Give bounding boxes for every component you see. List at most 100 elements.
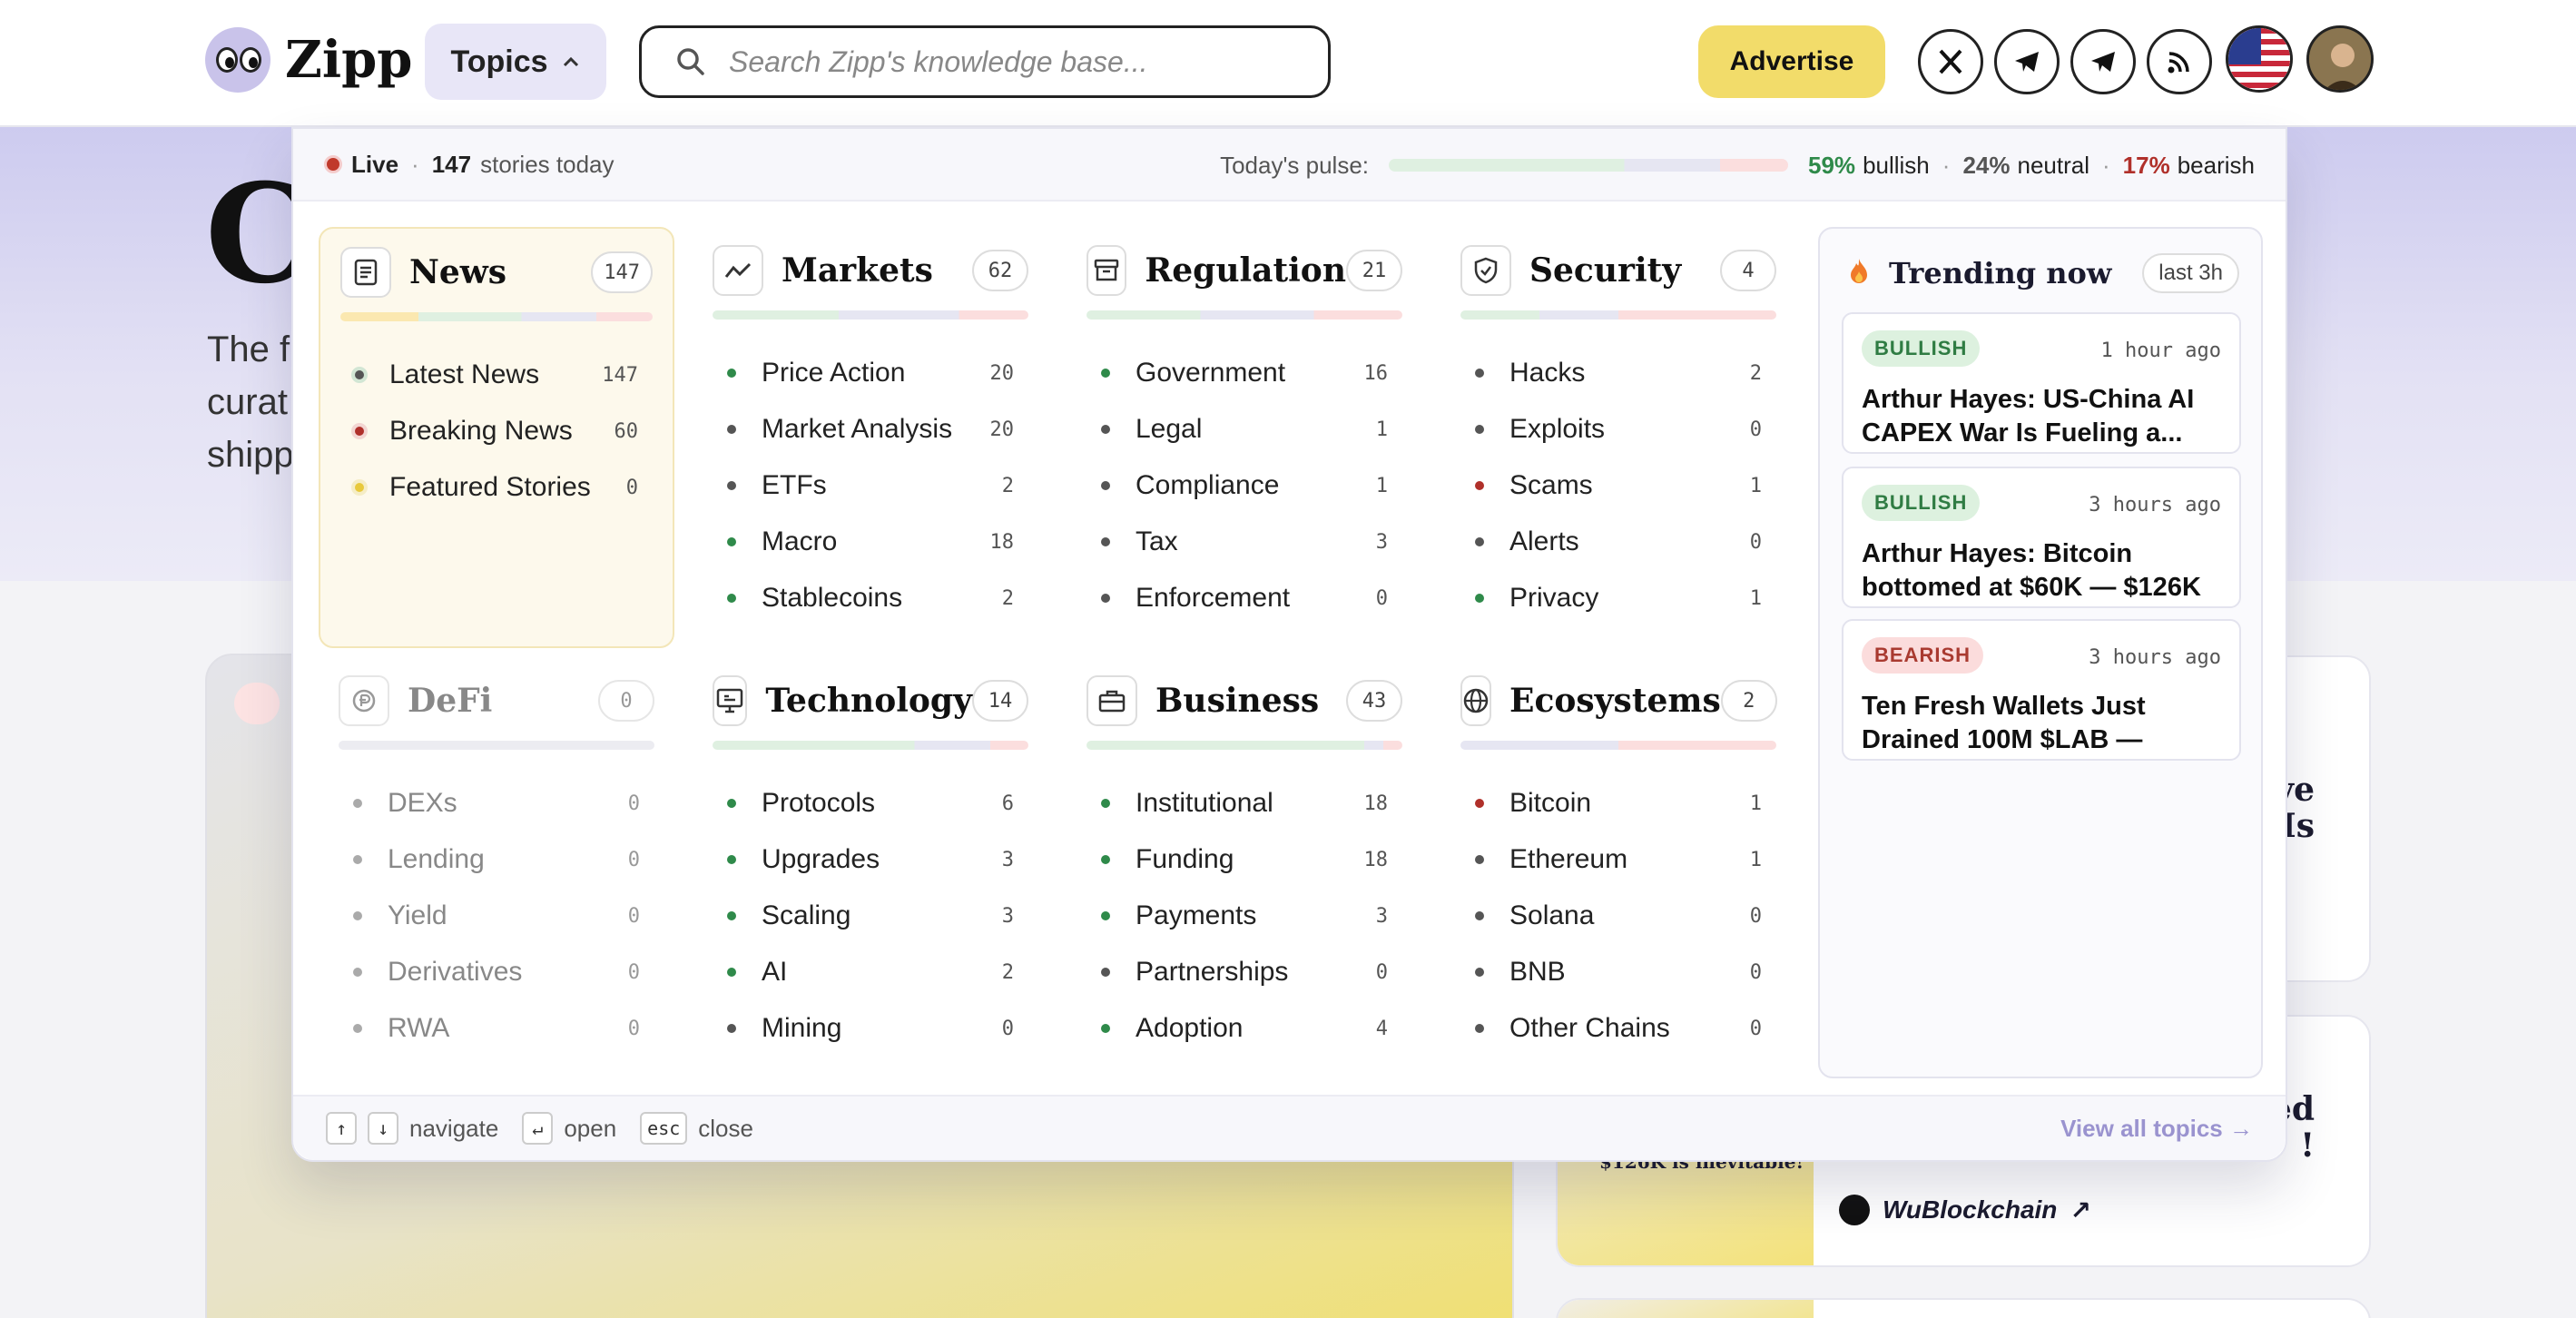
topic-bitcoin[interactable]: Bitcoin 1 (1460, 775, 1776, 831)
top-navigation: Zipp Topics Advertise (0, 0, 2576, 127)
topic-privacy[interactable]: Privacy 1 (1460, 570, 1776, 626)
story-title: Ten Fresh Wallets Just Drained 100M $LAB… (1862, 692, 2146, 754)
topic-exploits[interactable]: Exploits 0 (1460, 401, 1776, 457)
topic-ethereum[interactable]: Ethereum 1 (1460, 831, 1776, 888)
topic-scams[interactable]: Scams 1 (1460, 457, 1776, 514)
category-markets[interactable]: Markets 62 Price Action 20 Market Analysi… (693, 227, 1048, 648)
topic-market-analysis[interactable]: Market Analysis 20 (713, 401, 1028, 457)
navigate-hint: navigate (409, 1114, 499, 1142)
topic-funding[interactable]: Funding 18 (1086, 831, 1402, 888)
topic-scaling[interactable]: Scaling 3 (713, 888, 1028, 944)
rss-icon[interactable] (2147, 29, 2212, 94)
drop-icon (234, 683, 280, 724)
topic-compliance[interactable]: Compliance 1 (1086, 457, 1402, 514)
status-bar: Live · 147 stories today Today's pulse: … (293, 129, 2286, 202)
archive-icon (1086, 245, 1127, 296)
trending-title: Trending now (1889, 256, 2112, 290)
briefcase-icon (1086, 675, 1137, 726)
topic-protocols[interactable]: Protocols 6 (713, 775, 1028, 831)
topics-button[interactable]: Topics (425, 24, 606, 100)
topic-derivatives[interactable]: Derivatives 0 (339, 944, 654, 1000)
search-input[interactable] (729, 44, 1273, 79)
sentiment-bar (339, 741, 654, 750)
topic-stablecoins[interactable]: Stablecoins 2 (713, 570, 1028, 626)
neutral-pct: 24% (1962, 151, 2011, 179)
pulse-bar (1389, 159, 1789, 172)
topic-featured-stories[interactable]: Featured Stories 0 (340, 459, 653, 516)
sentiment-badge: BULLISH (1862, 485, 1981, 521)
topic-yield[interactable]: Yield 0 (339, 888, 654, 944)
topic-bnb[interactable]: BNB 0 (1460, 944, 1776, 1000)
x-icon[interactable] (1918, 29, 1983, 94)
topic-adoption[interactable]: Adoption 4 (1086, 1000, 1402, 1057)
topic-rwa[interactable]: RWA 0 (339, 1000, 654, 1057)
sentiment-bar (340, 312, 653, 321)
topic-tax[interactable]: Tax 3 (1086, 514, 1402, 570)
category-defi[interactable]: DeFi 0 DEXs 0 Lending 0 Yield 0 Derivatives… (319, 657, 674, 1078)
enter-key: ↵ (522, 1112, 554, 1145)
topic-other-chains[interactable]: Other Chains 0 (1460, 1000, 1776, 1057)
category-title: News (409, 253, 507, 291)
source-link[interactable]: WuBlockchain ↗ (1839, 1195, 2091, 1225)
dropdown-footer: ↑ ↓ navigate ↵ open esc close View all t… (293, 1095, 2286, 1160)
view-all-topics-link[interactable]: View all topics → (2060, 1115, 2253, 1143)
category-technology[interactable]: Technology 14 Protocols 6 Upgrades 3 Scali… (693, 657, 1048, 1078)
topic-enforcement[interactable]: Enforcement 0 (1086, 570, 1402, 626)
stories-label: stories today (480, 150, 615, 178)
topic-government[interactable]: Government 16 (1086, 345, 1402, 401)
telegram-icon[interactable] (2070, 29, 2136, 94)
category-count: 147 (591, 251, 653, 293)
story-title: Arthur Hayes: US-China AI CAPEX War Is F… (1862, 385, 2195, 448)
pulse-label: Today's pulse: (1220, 151, 1370, 179)
live-label: Live (351, 150, 399, 178)
topic-solana[interactable]: Solana 0 (1460, 888, 1776, 944)
open-hint: open (564, 1114, 617, 1142)
sentiment-bar (713, 310, 1028, 320)
topic-price-action[interactable]: Price Action 20 (713, 345, 1028, 401)
topic-breaking-news[interactable]: Breaking News 60 (340, 403, 653, 459)
external-link-icon: ↗ (2070, 1195, 2091, 1225)
topic-dexs[interactable]: DEXs 0 (339, 775, 654, 831)
topic-etfs[interactable]: ETFs 2 (713, 457, 1028, 514)
arrow-down-key: ↓ (368, 1112, 398, 1145)
fire-icon (1847, 257, 1871, 290)
category-security[interactable]: Security 4 Hacks 2 Exploits 0 Scams 1 Alert… (1440, 227, 1796, 648)
category-regulation[interactable]: Regulation 21 Government 16 Legal 1 Compli… (1067, 227, 1422, 648)
sentiment-bar (1460, 741, 1776, 750)
telegram-icon[interactable] (1994, 29, 2060, 94)
logo[interactable]: Zipp (205, 27, 412, 93)
globe-icon (1460, 675, 1491, 726)
trending-story[interactable]: BEARISH 3 hours ago Ten Fresh Wallets Ju… (1842, 619, 2241, 761)
topic-upgrades[interactable]: Upgrades 3 (713, 831, 1028, 888)
topic-lending[interactable]: Lending 0 (339, 831, 654, 888)
topic-hacks[interactable]: Hacks 2 (1460, 345, 1776, 401)
topic-macro[interactable]: Macro 18 (713, 514, 1028, 570)
story-time: 1 hour ago (2100, 339, 2221, 362)
search-bar[interactable] (639, 25, 1331, 98)
trending-story[interactable]: BULLISH 3 hours ago Arthur Hayes: Bitcoi… (1842, 467, 2241, 608)
close-hint: close (698, 1114, 753, 1142)
topic-latest-news[interactable]: Latest News 147 (340, 347, 653, 403)
topic-payments[interactable]: Payments 3 (1086, 888, 1402, 944)
sentiment-badge: BEARISH (1862, 637, 1984, 674)
category-news[interactable]: News 147 Latest News 147 Breaking News 60 … (319, 227, 674, 648)
monitor-icon (713, 675, 748, 726)
trending-story[interactable]: BULLISH 1 hour ago Arthur Hayes: US-Chin… (1842, 312, 2241, 454)
topic-mining[interactable]: Mining 0 (713, 1000, 1028, 1057)
topic-alerts[interactable]: Alerts 0 (1460, 514, 1776, 570)
topic-partnerships[interactable]: Partnerships 0 (1086, 944, 1402, 1000)
side-card[interactable] (1556, 1298, 2371, 1318)
user-avatar[interactable] (2306, 25, 2374, 93)
esc-key: esc (640, 1112, 688, 1145)
us-flag-icon[interactable] (2226, 25, 2293, 93)
advertise-button[interactable]: Advertise (1698, 25, 1885, 98)
sentiment-bar (1086, 310, 1402, 320)
topic-institutional[interactable]: Institutional 18 (1086, 775, 1402, 831)
trending-range-chip[interactable]: last 3h (2142, 253, 2239, 293)
category-business[interactable]: Business 43 Institutional 18 Funding 18 Pa… (1067, 657, 1422, 1078)
topic-ai[interactable]: AI 2 (713, 944, 1028, 1000)
category-ecosystems[interactable]: Ecosystems 2 Bitcoin 1 Ethereum 1 Solana 0 … (1440, 657, 1796, 1078)
topic-legal[interactable]: Legal 1 (1086, 401, 1402, 457)
logo-eyes-icon (205, 27, 270, 93)
story-title: Arthur Hayes: Bitcoin bottomed at $60K —… (1862, 539, 2201, 602)
